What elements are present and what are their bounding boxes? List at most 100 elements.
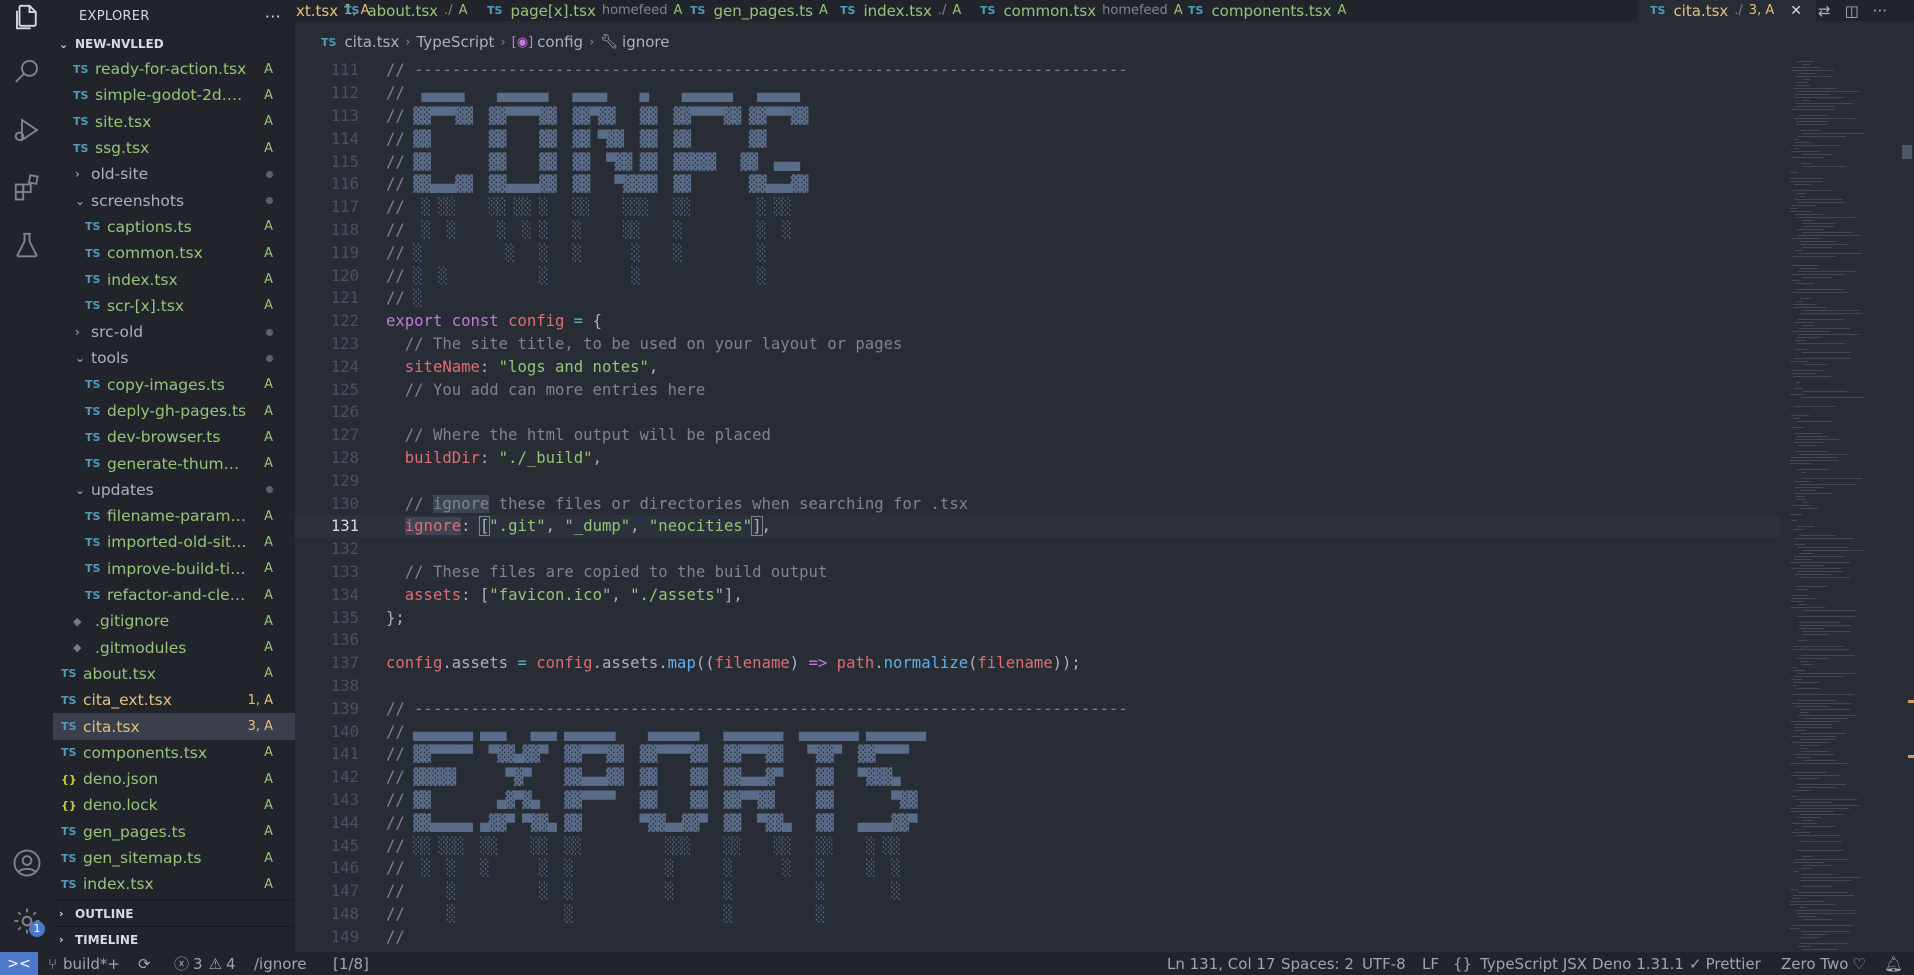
sync-button[interactable]: ⟳ (138, 952, 151, 975)
tree-file[interactable]: TS simple-godot-2d.tsx A (53, 82, 295, 108)
deno-version[interactable]: Deno 1.31.1 (1592, 952, 1684, 975)
code-line[interactable]: 147 // ░ ░ ░ ░ ░ ░ ░ (295, 880, 1780, 903)
code-line[interactable]: 122 export const config = { (295, 310, 1780, 333)
code-line[interactable]: 113 // ▓▓▀▀▀▓▓ ▓▓▀▀▀▀▓▓ ▓▓▀▓▓ ▓▓ ▓▓▀▀▀▀▓▓… (295, 105, 1780, 128)
tree-file[interactable]: TS scr-[x].tsx A (53, 293, 295, 319)
tree-file[interactable]: {} deno.lock A (53, 792, 295, 818)
editor-tab[interactable]: TS page[x].tsx homefeed A (487, 0, 682, 21)
code-editor[interactable]: 111 // ----------------------------------… (295, 58, 1780, 952)
editor-tab[interactable]: TS common.tsx homefeed A (980, 0, 1183, 21)
tree-folder[interactable]: ⌄ updates (53, 477, 295, 503)
tree-file[interactable]: TS cita.tsx 3, A (53, 713, 295, 740)
root-folder[interactable]: ⌄ NEW-NVLLED (53, 33, 295, 55)
tree-file[interactable]: TS captions.ts A (53, 214, 295, 240)
more-actions-icon[interactable]: ··· (1873, 2, 1887, 20)
tree-folder[interactable]: ⌄ screenshots (53, 187, 295, 213)
code-line[interactable]: 112 // ▄▄▄▄▄ ▄▄▄▄▄▄ ▄▄▄▄ ▄ ▄▄▄▄▄▄ ▄▄▄▄▄ (295, 82, 1780, 105)
tree-file[interactable]: TS copy-images.ts A (53, 372, 295, 398)
indentation[interactable]: Spaces: 2 (1281, 952, 1354, 975)
editor-tab[interactable]: TS components.tsx A (1188, 0, 1346, 21)
code-line[interactable]: 131 ignore: [".git", "_dump", "neocities… (295, 515, 1780, 538)
tree-file[interactable]: TS ready-for-action.tsx A (53, 56, 295, 82)
editor-tab[interactable]: TS about.tsx ./ A (344, 0, 467, 21)
tree-file[interactable]: TS index.tsx A (53, 871, 295, 897)
tree-file[interactable]: TS gen_sitemap.ts A (53, 845, 295, 871)
tree-folder[interactable]: ⌄ tools (53, 345, 295, 371)
breadcrumb-file[interactable]: cita.tsx (344, 33, 399, 51)
remote-indicator[interactable]: >< (0, 952, 38, 975)
tree-file[interactable]: TS dev-browser.ts A (53, 424, 295, 450)
code-line[interactable]: 126 (295, 401, 1780, 424)
tree-file[interactable]: TS generate-thumbna... A (53, 450, 295, 476)
editor-tab[interactable]: TS cita.tsx ./ 3, A ✕ (1638, 0, 1816, 21)
tree-file[interactable]: TS cita_ext.tsx 1, A (53, 687, 295, 713)
code-line[interactable]: 119 // ░ ░ ░ ░ ░ ░ ░ (295, 241, 1780, 264)
tree-file[interactable]: TS about.tsx A (53, 661, 295, 687)
code-line[interactable]: 115 // ▓▓ ▓▓ ▓▓ ▓▓ ▀▓▓ ▓▓ ▓▓▓▓▓ ▓▓ ▄▄▄ (295, 150, 1780, 173)
scrollbar-thumb[interactable] (1902, 145, 1912, 159)
encoding[interactable]: UTF-8 (1362, 952, 1406, 975)
compare-changes-icon[interactable]: ⇄ (1818, 2, 1831, 20)
code-line[interactable]: 139 // ----------------------------------… (295, 697, 1780, 720)
more-actions-icon[interactable]: ··· (265, 7, 295, 26)
code-line[interactable]: 116 // ▓▓▄▄▄▓▓ ▓▓▄▄▄▄▓▓ ▓▓ ▀▓▓▓▓ ▓▓ ▓▓▄▄▄… (295, 173, 1780, 196)
code-line[interactable]: 138 (295, 675, 1780, 698)
code-line[interactable]: 111 // ----------------------------------… (295, 59, 1780, 82)
tree-file[interactable]: TS index.tsx A (53, 266, 295, 292)
vertical-scrollbar[interactable] (1900, 58, 1914, 952)
outline-section[interactable]: › OUTLINE (53, 900, 295, 926)
code-line[interactable]: 124 siteName: "logs and notes", (295, 355, 1780, 378)
testing-icon[interactable] (12, 230, 42, 260)
tree-file[interactable]: TS deply-gh-pages.ts A (53, 398, 295, 424)
timeline-section[interactable]: › TIMELINE (53, 926, 295, 952)
search-icon[interactable] (12, 57, 42, 87)
code-line[interactable]: 121 // ░ (295, 287, 1780, 310)
tree-file[interactable]: TS site.tsx A (53, 109, 295, 135)
prettier-status[interactable]: ✓ Prettier (1689, 952, 1761, 975)
close-icon[interactable]: ✕ (1790, 3, 1802, 19)
notifications-bell-icon[interactable]: 🔔︎ (1884, 952, 1903, 975)
tree-file[interactable]: ◆ .gitignore A (53, 608, 295, 634)
code-line[interactable]: 141 // ▓▓▀▀▀▀▀ ▀▓▓▄▓▓▀ ▓▓▀▀▀▓▓ ▓▓▀▀▀▀▓▓ ▓… (295, 743, 1780, 766)
code-line[interactable]: 127 // Where the html output will be pla… (295, 424, 1780, 447)
cursor-position[interactable]: Ln 131, Col 17 (1167, 952, 1275, 975)
code-line[interactable]: 134 assets: ["favicon.ico", "./assets"], (295, 583, 1780, 606)
code-line[interactable]: 129 (295, 469, 1780, 492)
branch-indicator[interactable]: ⑂ build*+ (48, 952, 120, 975)
code-line[interactable]: 144 // ▓▓▄▄▄▄▄ ▄▓▓▀ ▀▓▓▄ ▓▓ ▀▓▓▄▄▓▓▀ ▓▓ ▀… (295, 811, 1780, 834)
tree-file[interactable]: TS improve-build-time... A (53, 556, 295, 582)
tree-file[interactable]: TS ssg.tsx A (53, 135, 295, 161)
tree-file[interactable]: TS imported-old-site.tsx A (53, 529, 295, 555)
code-line[interactable]: 136 (295, 629, 1780, 652)
code-line[interactable]: 145 // ░░ ░░░ ░░ ░░ ░░ ░░░ ░░ ░░ ░░ ░ ░░ (295, 834, 1780, 857)
code-line[interactable]: 118 // ░ ░ ░ ░ ░ ░ ░░ ░ ░ ░ (295, 219, 1780, 242)
tree-file[interactable]: TS gen_pages.ts A (53, 819, 295, 845)
code-line[interactable]: 114 // ▓▓ ▓▓ ▓▓ ▓▓ ▀▓▓ ▓▓ ▓▓ ▓▓ (295, 127, 1780, 150)
code-line[interactable]: 130 // ignore these files or directories… (295, 492, 1780, 515)
code-line[interactable]: 132 (295, 538, 1780, 561)
code-line[interactable]: 140 // ▄▄▄▄▄▄▄ ▄▄▄ ▄▄▄ ▄▄▄▄▄▄ ▄▄▄▄▄▄ ▄▄▄▄… (295, 720, 1780, 743)
editor-tab[interactable]: TS index.tsx ./ A (840, 0, 961, 21)
code-line[interactable]: 143 // ▓▓ ▄▓▀▓▄ ▓▓▀▀▀▀ ▓▓ ▓▓ ▓▓▀▀▓▓ ▓▓ ▀▓… (295, 789, 1780, 812)
breadcrumb-symbol-config[interactable]: config (537, 33, 583, 51)
tree-folder[interactable]: › old-site (53, 161, 295, 187)
tree-file[interactable]: TS components.tsx A (53, 740, 295, 766)
breadcrumb-symbol-ignore[interactable]: ignore (622, 33, 669, 51)
code-line[interactable]: 146 // ░ ░ ░ ░ ░ ░ ░ ░ ░ ░ ░ (295, 857, 1780, 880)
code-line[interactable]: 125 // You add can more entries here (295, 378, 1780, 401)
problems-indicator[interactable]: ⓧ 3 ⚠ 4 (174, 952, 236, 975)
code-line[interactable]: 149 // (295, 925, 1780, 948)
extensions-icon[interactable] (12, 172, 42, 202)
line-ending[interactable]: LF (1422, 952, 1439, 975)
files-icon[interactable] (12, 2, 42, 32)
code-line[interactable]: 137 config.assets = config.assets.map((fi… (295, 652, 1780, 675)
code-line[interactable]: 133 // These files are copied to the bui… (295, 561, 1780, 584)
editor-tab[interactable]: TS gen_pages.ts A (690, 0, 828, 21)
split-editor-icon[interactable]: ◫ (1845, 2, 1859, 20)
breadcrumb-lang[interactable]: TypeScript (416, 33, 494, 51)
theme-indicator[interactable]: Zero Two ♡ (1781, 952, 1866, 975)
account-icon[interactable] (12, 848, 42, 878)
code-line[interactable]: 148 // ░ ░ ░ ░ (295, 903, 1780, 926)
tree-file[interactable]: TS filename-params.tsx A (53, 503, 295, 529)
tree-file[interactable]: ◆ .gitmodules A (53, 635, 295, 661)
